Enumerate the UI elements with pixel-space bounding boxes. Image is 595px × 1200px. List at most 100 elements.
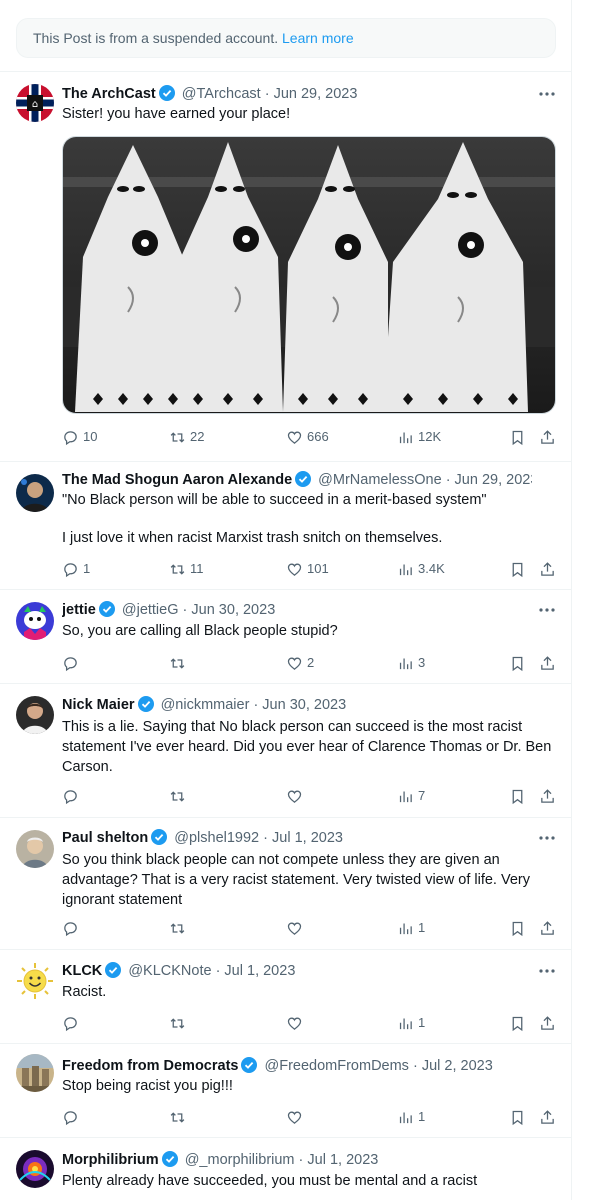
post-text-line: This is a lie. Saying that No black pers…: [62, 719, 552, 775]
avatar[interactable]: [16, 602, 54, 640]
views-button[interactable]: 12K: [397, 427, 441, 447]
post[interactable]: KLCK @KLCKNote · Jul 1, 2023 Racist. 1: [0, 949, 572, 1043]
reply-button[interactable]: 10: [62, 427, 97, 447]
avatar[interactable]: [16, 696, 54, 734]
more-icon[interactable]: [537, 86, 557, 102]
like-button[interactable]: [286, 1107, 307, 1127]
post-date[interactable]: · Jul 1, 2023: [263, 830, 343, 846]
like-button[interactable]: 2: [286, 653, 314, 673]
reply-count: 10: [83, 429, 98, 444]
views-button[interactable]: 1: [397, 918, 425, 938]
user-handle[interactable]: @TArchcast: [182, 86, 261, 102]
repost-button[interactable]: 11: [169, 559, 204, 579]
bookmark-button[interactable]: [509, 427, 526, 447]
bookmark-button[interactable]: [509, 653, 526, 673]
views-button[interactable]: 1: [397, 1013, 425, 1033]
post-image[interactable]: [62, 136, 556, 414]
display-name[interactable]: The Mad Shogun Aaron Alexande: [62, 472, 292, 488]
bookmark-button[interactable]: [509, 1107, 526, 1127]
user-handle[interactable]: @FreedomFromDems: [265, 1058, 409, 1074]
user-handle[interactable]: @plshel1992: [174, 830, 259, 846]
reply-button[interactable]: [62, 1013, 83, 1033]
like-button[interactable]: 666: [286, 427, 329, 447]
reply-button[interactable]: [62, 918, 83, 938]
repost-button[interactable]: [169, 1013, 190, 1033]
reply-icon: [64, 1016, 77, 1031]
post-text: Racist.: [62, 983, 557, 1002]
views-button[interactable]: 7: [397, 786, 425, 806]
share-button[interactable]: [539, 786, 556, 806]
user-handle[interactable]: @jettieG: [122, 602, 179, 618]
repost-button[interactable]: [169, 653, 190, 673]
avatar[interactable]: [16, 962, 54, 1000]
reply-button[interactable]: [62, 1107, 83, 1127]
user-handle[interactable]: @nickmmaier: [161, 697, 250, 713]
more-icon[interactable]: [537, 602, 557, 618]
post[interactable]: Morphilibrium @_morphilibrium · Jul 1, 2…: [0, 1137, 572, 1200]
views-button[interactable]: 3.4K: [397, 559, 445, 579]
user-handle[interactable]: @MrNamelessOne: [318, 472, 442, 488]
post-date[interactable]: · Jul 2, 2023: [413, 1058, 493, 1074]
avatar[interactable]: [16, 1054, 54, 1092]
repost-button[interactable]: 22: [169, 427, 204, 447]
share-button[interactable]: [539, 427, 556, 447]
repost-button[interactable]: [169, 1107, 190, 1127]
timeline-column: This Post is from a suspended account. L…: [0, 0, 572, 1200]
post[interactable]: jettie @jettieG · Jun 30, 2023 So, you a…: [0, 589, 572, 683]
view-count: 3.4K: [418, 561, 445, 576]
post-date[interactable]: · Jun 29, 2023: [265, 86, 358, 102]
post-date[interactable]: · Jul 1, 2023: [216, 963, 296, 979]
bookmark-icon: [512, 430, 523, 445]
post[interactable]: Paul shelton @plshel1992 · Jul 1, 2023 S…: [0, 817, 572, 949]
post-text-line: "No Black person will be able to succeed…: [62, 492, 487, 508]
like-button[interactable]: 101: [286, 559, 329, 579]
views-button[interactable]: 1: [397, 1107, 425, 1127]
share-button[interactable]: [539, 918, 556, 938]
more-icon[interactable]: [537, 830, 557, 846]
display-name[interactable]: Paul shelton: [62, 830, 148, 846]
post-header: Morphilibrium @_morphilibrium · Jul 1, 2…: [62, 1150, 532, 1170]
more-icon[interactable]: [537, 963, 557, 979]
share-button[interactable]: [539, 1013, 556, 1033]
post[interactable]: ⌂ The ArchCast @TArchcast · Jun 29, 2023…: [0, 71, 572, 461]
display-name[interactable]: The ArchCast: [62, 86, 156, 102]
repost-icon: [170, 790, 185, 802]
verified-badge-icon: [158, 85, 175, 101]
post[interactable]: Nick Maier @nickmmaier · Jun 30, 2023 Th…: [0, 683, 572, 817]
post[interactable]: The Mad Shogun Aaron Alexande @MrNameles…: [0, 461, 572, 589]
post-date[interactable]: · Jun 30, 2023: [183, 602, 276, 618]
post-header: Nick Maier @nickmmaier · Jun 30, 2023: [62, 695, 532, 715]
post[interactable]: Freedom from Democrats @FreedomFromDems …: [0, 1043, 572, 1137]
display-name[interactable]: Morphilibrium: [62, 1152, 159, 1168]
post-date[interactable]: · Jun 29, 2023: [446, 472, 532, 488]
avatar[interactable]: [16, 1150, 54, 1188]
like-button[interactable]: [286, 786, 307, 806]
like-button[interactable]: [286, 918, 307, 938]
learn-more-link[interactable]: Learn more: [282, 30, 354, 46]
repost-button[interactable]: [169, 918, 190, 938]
display-name[interactable]: KLCK: [62, 963, 102, 979]
reply-button[interactable]: [62, 653, 83, 673]
share-button[interactable]: [539, 653, 556, 673]
display-name[interactable]: Nick Maier: [62, 697, 135, 713]
display-name[interactable]: jettie: [62, 602, 96, 618]
repost-button[interactable]: [169, 786, 190, 806]
share-button[interactable]: [539, 559, 556, 579]
display-name[interactable]: Freedom from Democrats: [62, 1058, 238, 1074]
post-date[interactable]: · Jul 1, 2023: [299, 1152, 379, 1168]
bookmark-button[interactable]: [509, 786, 526, 806]
user-handle[interactable]: @_morphilibrium: [185, 1152, 295, 1168]
reply-button[interactable]: [62, 786, 83, 806]
avatar[interactable]: [16, 830, 54, 868]
share-button[interactable]: [539, 1107, 556, 1127]
reply-button[interactable]: 1: [62, 559, 90, 579]
like-button[interactable]: [286, 1013, 307, 1033]
views-button[interactable]: 3: [397, 653, 425, 673]
bookmark-button[interactable]: [509, 918, 526, 938]
post-date[interactable]: · Jun 30, 2023: [253, 697, 346, 713]
avatar[interactable]: ⌂: [16, 84, 54, 122]
user-handle[interactable]: @KLCKNote: [128, 963, 211, 979]
bookmark-button[interactable]: [509, 559, 526, 579]
bookmark-button[interactable]: [509, 1013, 526, 1033]
avatar[interactable]: [16, 474, 54, 512]
